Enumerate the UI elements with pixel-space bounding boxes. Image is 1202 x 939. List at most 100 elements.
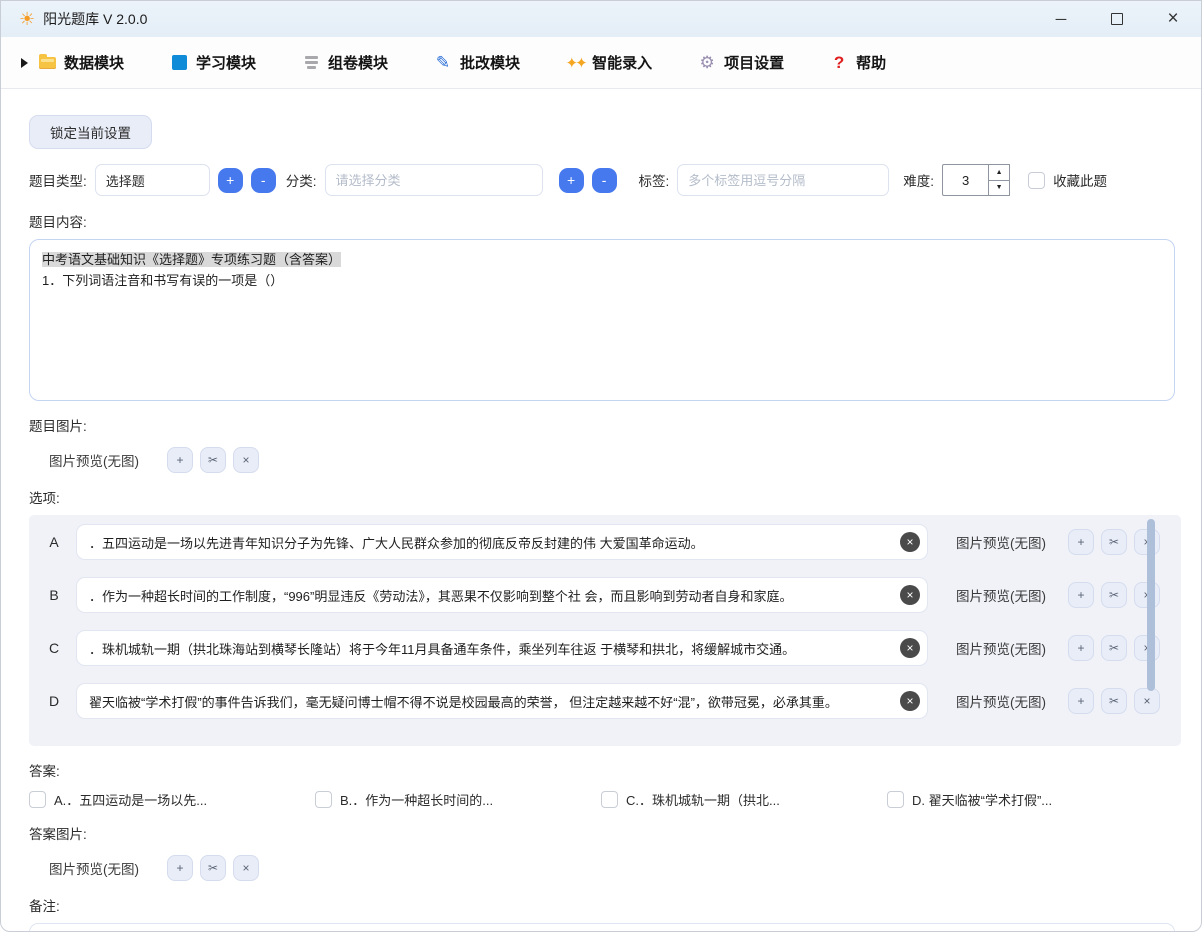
menu-project-settings[interactable]: ⚙ 项目设置 [698,52,784,73]
answer-a-label: A.．五四运动是一场以先... [54,790,207,809]
question-image-add-button[interactable]: + [167,447,193,473]
answer-image-preview: 图片预览(无图) [49,858,139,878]
option-letter: C [41,640,67,656]
option-c-image-add-button[interactable]: + [1068,635,1094,661]
category-label: 分类: [286,170,317,190]
menu-data-module[interactable]: 数据模块 [38,52,124,73]
options-label: 选项: [29,487,1173,507]
option-d-image-cut-icon[interactable]: ✂ [1101,688,1127,714]
option-b-image-cut-icon[interactable]: ✂ [1101,582,1127,608]
note-label: 备注: [29,895,1173,915]
answer-item-a: A.．五四运动是一场以先... [29,790,315,809]
gear-icon: ⚙ [698,54,716,72]
question-image-label: 题目图片: [29,415,1173,435]
type-add-button[interactable]: + [218,168,243,193]
question-line-2: 1．下列词语注音和书写有误的一项是（） [42,273,283,288]
option-d-image-preview: 图片预览(无图) [956,691,1046,711]
question-meta-row: 题目类型: + - 分类: + - 标签: 难度: ▲ ▼ 收藏此题 [29,163,1173,197]
answer-b-label: B.．作为一种超长时间的... [340,790,493,809]
option-letter: B [41,587,67,603]
difficulty-up-icon[interactable]: ▲ [988,164,1010,180]
answer-c-label: C.．珠机城轨一期（拱北... [626,790,780,809]
difficulty-input[interactable] [942,164,988,196]
menu-help[interactable]: ? 帮助 [830,52,886,73]
option-b-image-add-button[interactable]: + [1068,582,1094,608]
menu-bar: 数据模块 学习模块 组卷模块 ✎ 批改模块 ✦✦ 智能录入 ⚙ 项目设置 ? 帮… [1,37,1201,89]
maximize-button[interactable] [1089,1,1145,37]
background-window-strip [0,931,1202,939]
option-letter: A [41,534,67,550]
menu-study-module[interactable]: 学习模块 [170,52,256,73]
option-row-b: B × 图片预览(无图) + ✂ × [29,577,1181,613]
answer-image-delete-button[interactable]: × [233,855,259,881]
favorite-label: 收藏此题 [1053,170,1107,190]
sparkle-icon: ✦✦ [566,54,584,72]
category-remove-button[interactable]: - [592,168,617,193]
question-image-delete-button[interactable]: × [233,447,259,473]
option-d-input[interactable] [76,683,928,719]
option-a-image-preview: 图片预览(无图) [956,532,1046,552]
option-c-input[interactable] [76,630,928,666]
app-sun-icon: ☀ [19,10,35,28]
options-panel: A × 图片预览(无图) + ✂ × B × 图片预览(无图) + ✂ [29,515,1181,746]
question-line-1: 中考语文基础知识《选择题》专项练习题（含答案） [42,252,341,267]
list-lines-icon [302,54,320,72]
option-d-clear-icon[interactable]: × [900,691,920,711]
question-content-textarea[interactable]: 中考语文基础知识《选择题》专项练习题（含答案） 1．下列词语注音和书写有误的一项… [29,239,1175,401]
answer-image-add-button[interactable]: + [167,855,193,881]
blue-square-icon [170,54,188,72]
difficulty-down-icon[interactable]: ▼ [988,180,1010,197]
options-scrollbar[interactable] [1147,519,1155,742]
question-image-cut-icon[interactable]: ✂ [200,447,226,473]
option-a-image-cut-icon[interactable]: ✂ [1101,529,1127,555]
option-d-image-add-button[interactable]: + [1068,688,1094,714]
close-button[interactable]: × [1145,1,1201,37]
question-type-input[interactable] [95,164,210,196]
answer-b-checkbox[interactable] [315,791,332,808]
title-bar: ☀ 阳光题库 V 2.0.0 ─ × [1,1,1201,37]
lock-settings-button[interactable]: 锁定当前设置 [29,115,152,149]
menu-grading-module[interactable]: ✎ 批改模块 [434,52,520,73]
options-scrollbar-thumb[interactable] [1147,519,1155,691]
question-image-row: 图片预览(无图) + ✂ × [49,447,1173,473]
tags-input[interactable] [677,164,889,196]
option-a-input[interactable] [76,524,928,560]
question-mark-icon: ? [830,54,848,72]
tags-label: 标签: [639,170,670,190]
app-window: ☀ 阳光题库 V 2.0.0 ─ × 数据模块 学习模块 组卷模块 ✎ 批改模块… [0,0,1202,932]
option-row-c: C × 图片预览(无图) + ✂ × [29,630,1181,666]
answer-image-row: 图片预览(无图) + ✂ × [49,855,1173,881]
option-a-image-add-button[interactable]: + [1068,529,1094,555]
answer-item-b: B.．作为一种超长时间的... [315,790,601,809]
answers-label: 答案: [29,760,1173,780]
answer-image-label: 答案图片: [29,823,1173,843]
answer-d-checkbox[interactable] [887,791,904,808]
folder-icon [38,54,56,72]
option-b-input[interactable] [76,577,928,613]
answer-image-cut-icon[interactable]: ✂ [200,855,226,881]
maximize-icon [1111,13,1123,25]
option-a-clear-icon[interactable]: × [900,532,920,552]
category-input[interactable] [325,164,543,196]
option-row-d: D × 图片预览(无图) + ✂ × [29,683,1181,719]
menu-paper-module[interactable]: 组卷模块 [302,52,388,73]
type-remove-button[interactable]: - [251,168,276,193]
answer-d-label: D. 翟天临被“学术打假”... [912,790,1052,809]
menu-smart-entry[interactable]: ✦✦ 智能录入 [566,52,652,73]
answer-a-checkbox[interactable] [29,791,46,808]
option-letter: D [41,693,67,709]
category-add-button[interactable]: + [559,168,584,193]
window-title: 阳光题库 V 2.0.0 [43,9,147,29]
question-content-label: 题目内容: [29,211,1173,231]
question-image-preview: 图片预览(无图) [49,450,139,470]
answer-item-d: D. 翟天临被“学术打假”... [887,790,1173,809]
note-input[interactable] [29,923,1175,932]
minimize-button[interactable]: ─ [1033,1,1089,37]
answer-c-checkbox[interactable] [601,791,618,808]
favorite-checkbox[interactable] [1028,172,1045,189]
option-b-clear-icon[interactable]: × [900,585,920,605]
option-c-image-cut-icon[interactable]: ✂ [1101,635,1127,661]
play-arrow-icon [21,58,28,68]
answers-row: A.．五四运动是一场以先... B.．作为一种超长时间的... C.．珠机城轨一… [29,790,1173,809]
option-c-clear-icon[interactable]: × [900,638,920,658]
